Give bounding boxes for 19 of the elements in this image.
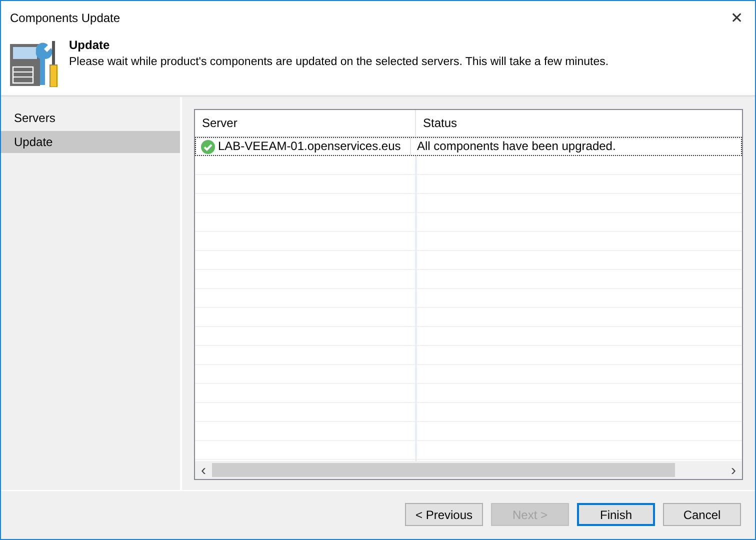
scroll-left-button[interactable]: ‹	[195, 462, 212, 478]
column-header[interactable]: Status	[416, 110, 742, 136]
column-header[interactable]: Server	[195, 110, 416, 136]
table-cell: All components have been upgraded.	[417, 139, 616, 153]
step-item[interactable]: Update	[1, 131, 180, 153]
header-title: Update	[69, 38, 111, 52]
wizard-button[interactable]: Cancel	[663, 503, 741, 526]
wizard-button[interactable]: Finish	[577, 503, 655, 526]
success-icon	[201, 140, 215, 154]
close-button[interactable]: ✕	[719, 9, 755, 27]
server-tools-icon	[9, 41, 59, 87]
step-item[interactable]: Servers	[1, 107, 180, 129]
table-row[interactable]: LAB-VEEAM-01.openservices.eus All components have been upgraded.	[195, 137, 742, 156]
window-title: Components Update	[10, 11, 122, 25]
wizard-button[interactable]: < Previous	[405, 503, 483, 526]
table-cell: LAB-VEEAM-01.openservices.eus	[218, 138, 401, 155]
header-description: Please wait while product's components are updated on the selected servers. This will take a few minutes.	[69, 56, 609, 68]
horizontal-scrollbar[interactable]: ‹ ›	[195, 461, 742, 479]
scroll-right-button[interactable]: ›	[725, 462, 742, 478]
